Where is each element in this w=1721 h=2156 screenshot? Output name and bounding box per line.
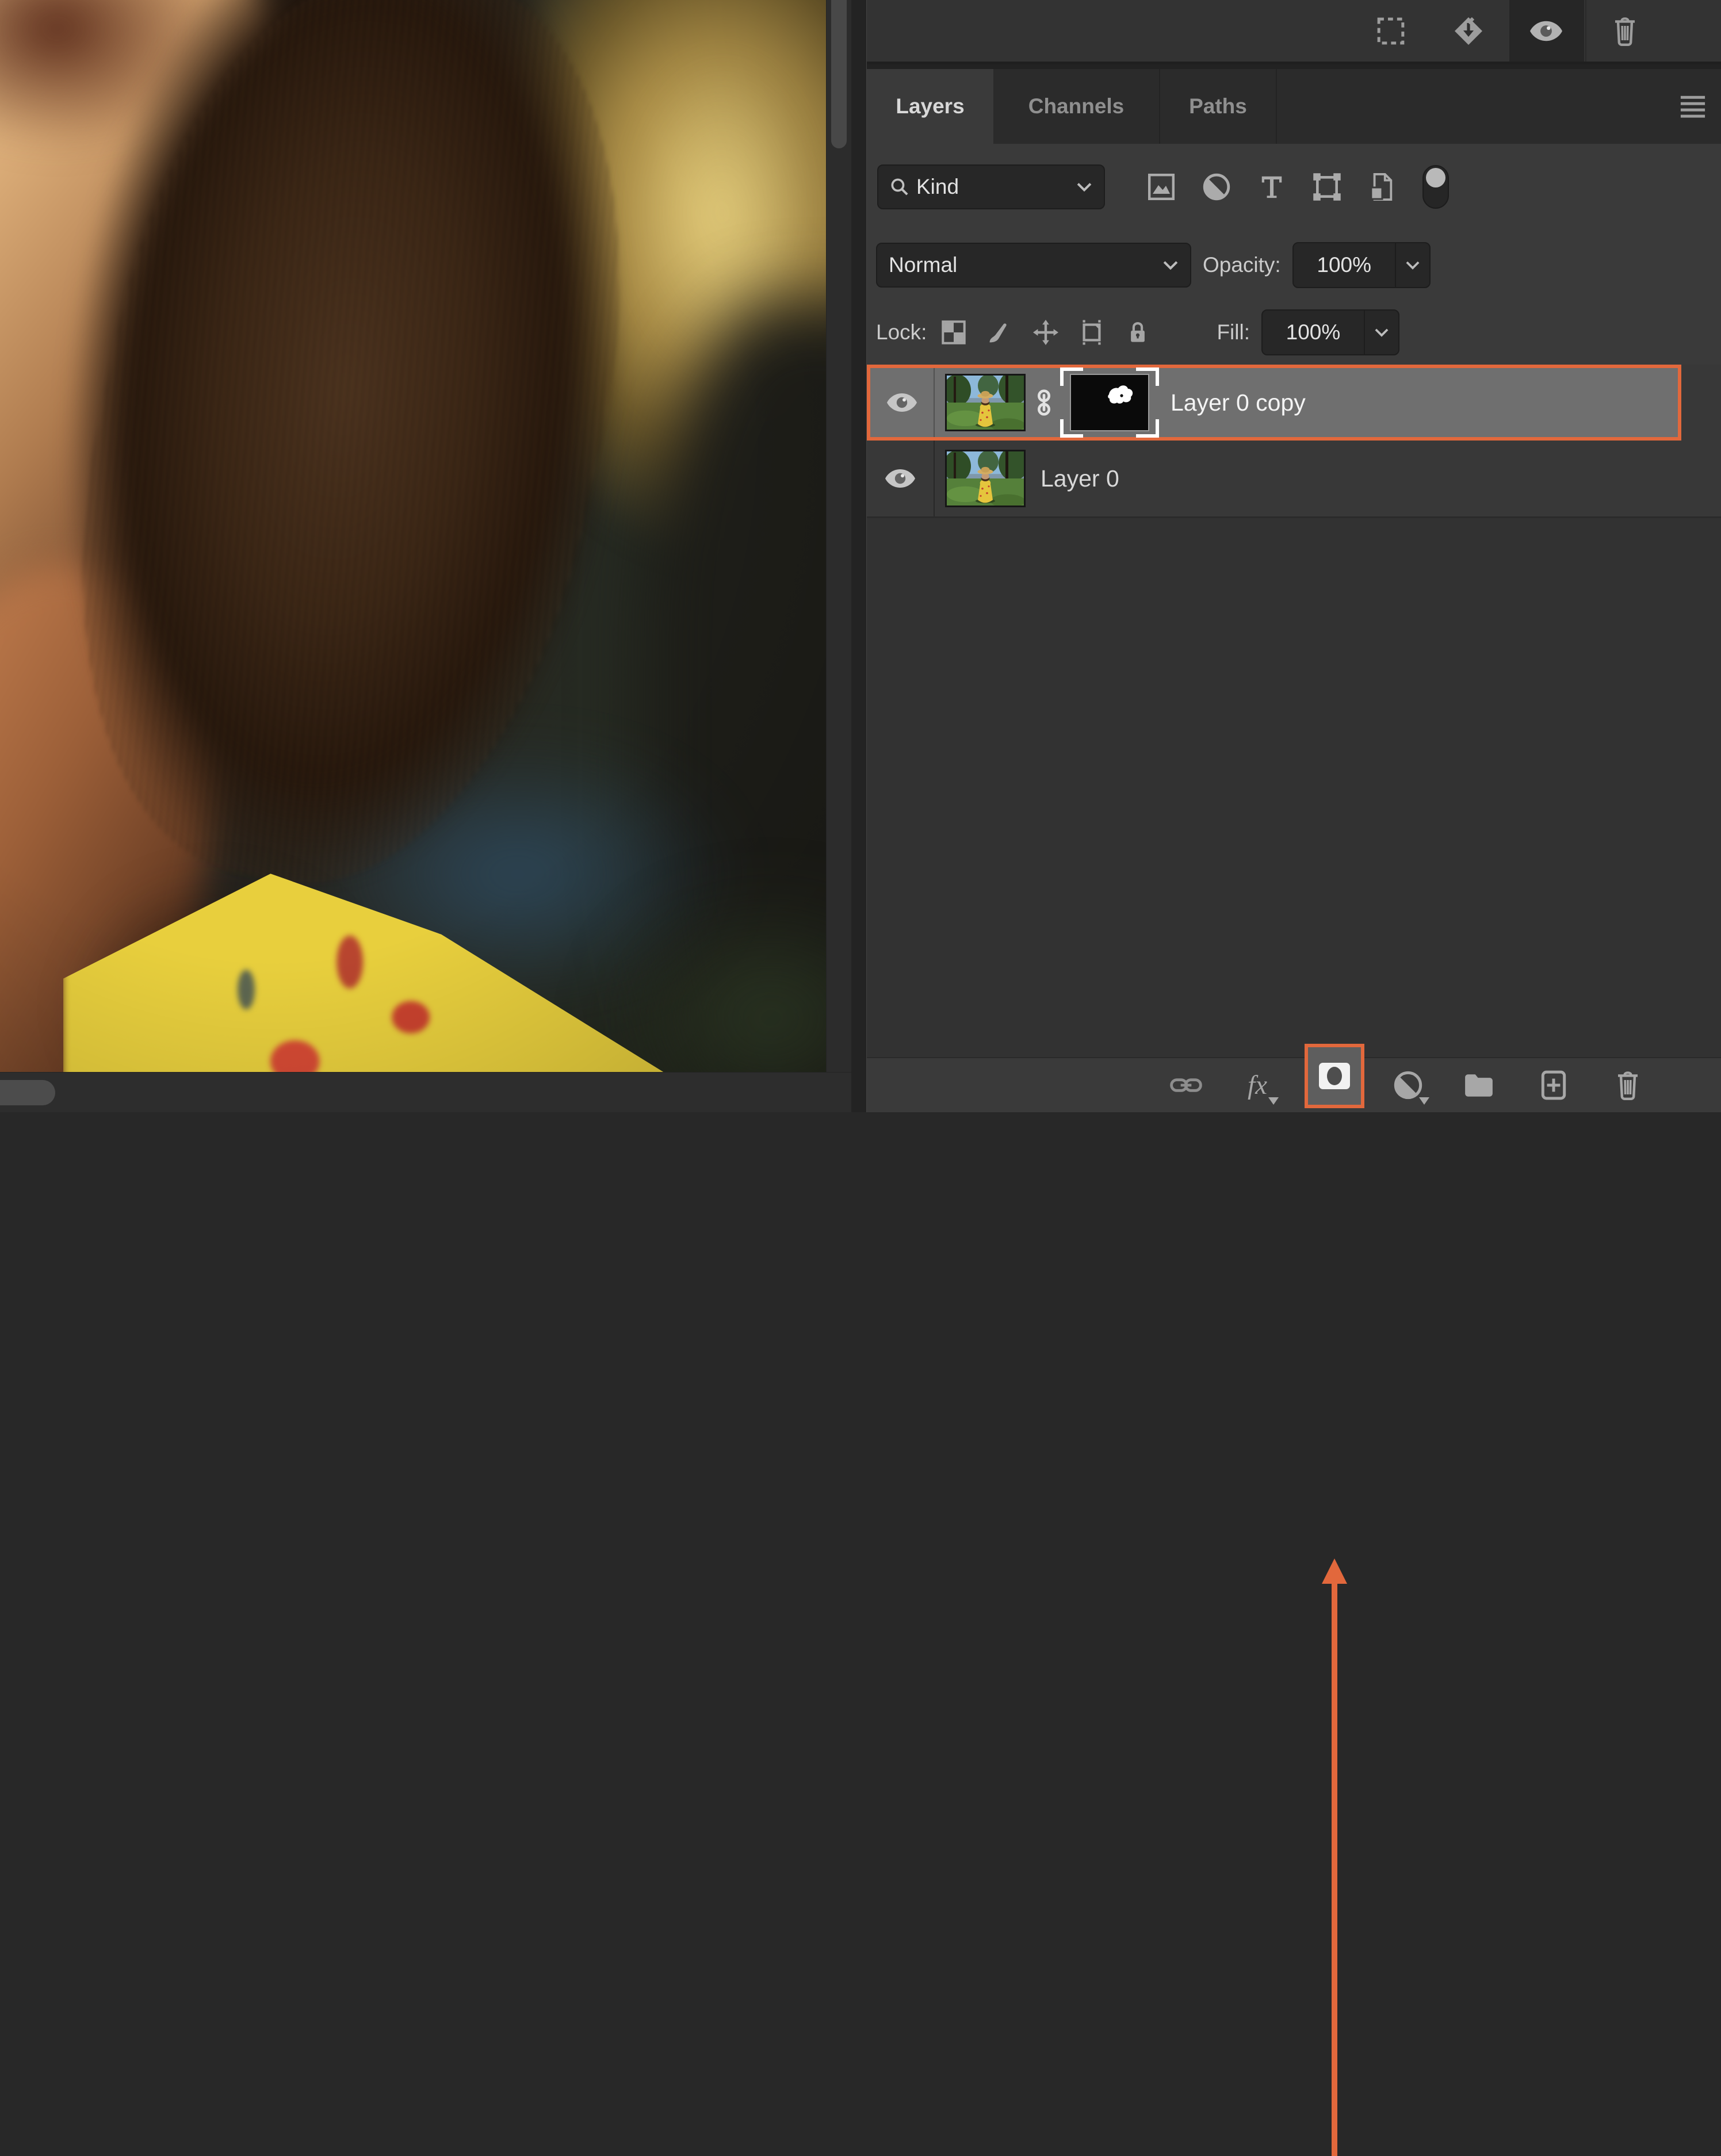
layer-thumbnail[interactable] bbox=[945, 374, 1026, 431]
canvas-vertical-scrollbar[interactable] bbox=[826, 0, 851, 1072]
fill-input[interactable]: 100% bbox=[1261, 309, 1399, 355]
panel-tab-bar: Layers Channels Paths bbox=[867, 64, 1721, 144]
load-selection-from-mask-button[interactable] bbox=[1362, 2, 1420, 60]
lock-image-pixels-button[interactable] bbox=[985, 318, 1014, 347]
mask-selection-bracket bbox=[1136, 367, 1159, 386]
photo-closeup-woman bbox=[0, 0, 851, 1072]
chevron-down-icon bbox=[1162, 259, 1179, 271]
canvas-vertical-scroll-thumb[interactable] bbox=[831, 0, 847, 148]
panel-menu-button[interactable] bbox=[1680, 93, 1706, 120]
lock-row: Lock: Fill: 100% bbox=[867, 300, 1721, 365]
filter-kind-label: Kind bbox=[916, 175, 959, 199]
mask-selection-bracket bbox=[1060, 419, 1083, 438]
new-layer-icon bbox=[1540, 1070, 1567, 1101]
pixel-layer-filter-button[interactable] bbox=[1146, 172, 1176, 202]
fx-icon: fx bbox=[1248, 1070, 1267, 1101]
layer-visibility-toggle[interactable] bbox=[867, 441, 935, 516]
layer-styles-button[interactable]: fx bbox=[1232, 1062, 1283, 1108]
marquee-icon bbox=[1376, 17, 1405, 45]
adjustment-flyout-arrow-icon bbox=[1419, 1097, 1429, 1105]
tab-layers[interactable]: Layers bbox=[867, 69, 993, 144]
folder-icon bbox=[1463, 1072, 1494, 1098]
list-divider bbox=[867, 516, 1721, 518]
document-canvas[interactable] bbox=[0, 0, 851, 1112]
eye-icon bbox=[887, 393, 917, 412]
blend-mode-row: Normal Opacity: 100% bbox=[867, 230, 1721, 300]
tutorial-arrow-line bbox=[1332, 1583, 1337, 2156]
canvas-horizontal-scrollbar[interactable] bbox=[0, 1072, 851, 1112]
lock-all-button[interactable] bbox=[1123, 318, 1152, 347]
hamburger-menu-icon bbox=[1680, 93, 1706, 120]
blend-mode-value: Normal bbox=[889, 253, 957, 277]
lock-position-button[interactable] bbox=[1031, 318, 1060, 347]
fill-value: 100% bbox=[1263, 311, 1364, 354]
filter-kind-dropdown[interactable]: Kind bbox=[877, 164, 1105, 209]
layer-name[interactable]: Layer 0 copy bbox=[1171, 389, 1306, 416]
layers-bottom-toolbar: fx bbox=[867, 1057, 1721, 1112]
mask-selection-bracket bbox=[1136, 419, 1159, 438]
layer-filtering-toggle[interactable] bbox=[1422, 165, 1449, 209]
opacity-input[interactable]: 100% bbox=[1292, 242, 1431, 288]
search-icon bbox=[890, 177, 909, 197]
layer-mask-selected[interactable] bbox=[1060, 367, 1159, 438]
new-adjustment-layer-button[interactable] bbox=[1382, 1062, 1434, 1108]
canvas-horizontal-scroll-thumb[interactable] bbox=[0, 1080, 55, 1105]
fx-flyout-arrow-icon bbox=[1268, 1097, 1279, 1105]
link-icon bbox=[1170, 1075, 1202, 1095]
layers-list: Layer 0 copy Layer 0 bbox=[867, 365, 1721, 1057]
smart-object-filter-button[interactable] bbox=[1367, 172, 1397, 202]
header-divider bbox=[1585, 0, 1586, 62]
tab-channels-label: Channels bbox=[1028, 94, 1125, 118]
tutorial-arrow-head bbox=[1322, 1558, 1347, 1584]
lock-transparent-pixels-button[interactable] bbox=[939, 318, 968, 347]
trash-icon bbox=[1611, 16, 1639, 47]
chevron-down-icon bbox=[1076, 181, 1092, 193]
opacity-label: Opacity: bbox=[1203, 253, 1281, 277]
layer-visibility-toggle[interactable] bbox=[870, 368, 935, 437]
type-layer-filter-button[interactable] bbox=[1257, 172, 1287, 202]
delete-mask-button[interactable] bbox=[1596, 2, 1654, 60]
apply-mask-icon bbox=[1452, 15, 1485, 47]
tab-paths[interactable]: Paths bbox=[1160, 69, 1277, 144]
delete-layer-button[interactable] bbox=[1602, 1062, 1654, 1108]
layer-row-layer-0[interactable]: Layer 0 bbox=[867, 441, 1721, 516]
tab-paths-label: Paths bbox=[1189, 94, 1247, 118]
link-layers-button[interactable] bbox=[1160, 1062, 1212, 1108]
eye-icon bbox=[1530, 21, 1562, 41]
layer-rows: Layer 0 copy Layer 0 bbox=[867, 365, 1721, 518]
tab-channels[interactable]: Channels bbox=[993, 69, 1160, 144]
fill-label: Fill: bbox=[1217, 320, 1250, 344]
layers-panel: Layers Channels Paths Kind Normal bbox=[867, 0, 1721, 1112]
lock-buttons bbox=[939, 318, 1152, 347]
add-layer-mask-icon bbox=[1319, 1063, 1350, 1089]
adjustment-icon bbox=[1394, 1071, 1422, 1100]
chevron-down-icon[interactable] bbox=[1365, 311, 1398, 354]
photo-vignette bbox=[0, 0, 851, 1072]
mask-visibility-button[interactable] bbox=[1517, 2, 1575, 60]
new-layer-button[interactable] bbox=[1528, 1062, 1580, 1108]
layer-thumbnail[interactable] bbox=[945, 450, 1026, 507]
adjustment-layer-filter-button[interactable] bbox=[1202, 172, 1232, 202]
lock-artboard-nesting-button[interactable] bbox=[1077, 318, 1106, 347]
layer-row-layer-0-copy[interactable]: Layer 0 copy bbox=[867, 365, 1681, 441]
panel-gutter bbox=[851, 0, 867, 1112]
eye-icon bbox=[885, 469, 915, 488]
layer-filter-row: Kind bbox=[867, 144, 1721, 230]
new-group-button[interactable] bbox=[1453, 1062, 1505, 1108]
trash-icon bbox=[1614, 1070, 1642, 1101]
layer-name[interactable]: Layer 0 bbox=[1041, 465, 1119, 492]
blend-mode-dropdown[interactable]: Normal bbox=[876, 243, 1191, 288]
chevron-down-icon[interactable] bbox=[1396, 243, 1429, 287]
add-layer-mask-button[interactable] bbox=[1305, 1044, 1364, 1108]
mask-link-icon[interactable] bbox=[1032, 388, 1055, 418]
mask-properties-bar bbox=[867, 0, 1721, 64]
tab-layers-label: Layers bbox=[896, 94, 964, 118]
opacity-value: 100% bbox=[1294, 243, 1395, 287]
mask-selection-bracket bbox=[1060, 367, 1083, 386]
shape-layer-filter-button[interactable] bbox=[1312, 172, 1342, 202]
apply-mask-button[interactable] bbox=[1440, 2, 1497, 60]
layer-type-filters bbox=[1146, 165, 1449, 209]
lock-label: Lock: bbox=[876, 320, 927, 344]
